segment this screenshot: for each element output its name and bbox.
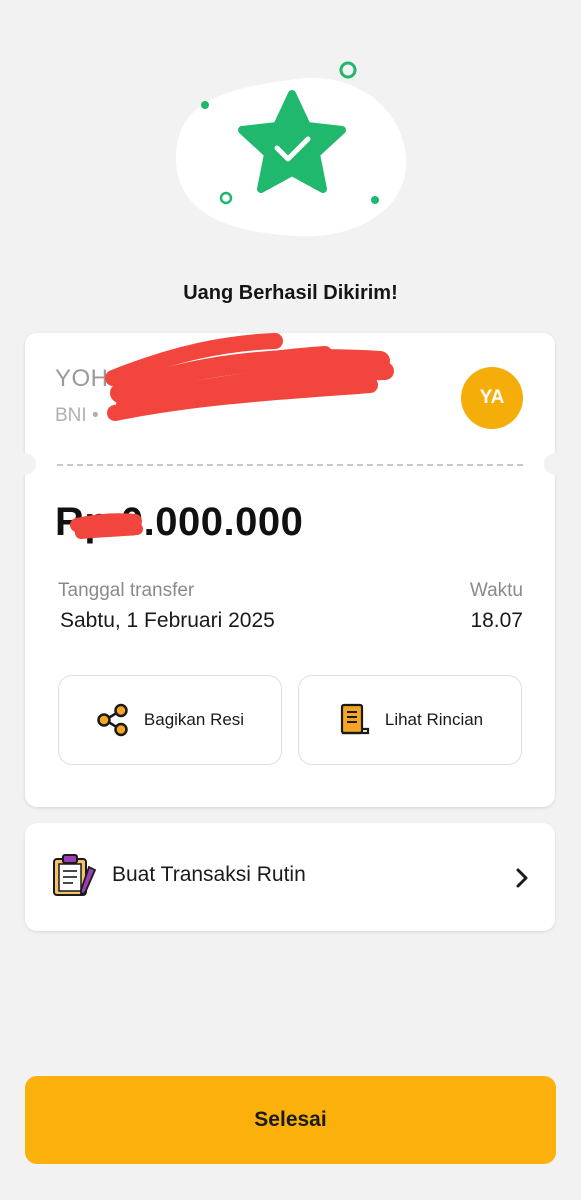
transfer-time: 18.07 <box>470 609 523 632</box>
decor-dot-left <box>201 101 209 109</box>
ticket-divider <box>57 464 523 466</box>
view-details-label: Lihat Rincian <box>384 710 484 729</box>
transfer-time-label: Waktu <box>469 580 523 601</box>
transfer-date-label: Tanggal transfer <box>58 580 195 601</box>
receipt-card: YOH BNI • YA Rp 0.000.000 Tanggal transf… <box>14 333 566 807</box>
recipient-avatar: YA <box>461 367 523 429</box>
share-receipt-label: Bagikan Resi <box>143 710 245 729</box>
amount-redaction <box>70 513 143 539</box>
create-routine-transaction-row[interactable]: Buat Transaksi Rutin <box>25 823 555 931</box>
ticket-notch-left <box>14 453 36 475</box>
view-details-button[interactable]: Lihat Rincian <box>298 675 522 765</box>
decor-ring-top <box>339 61 357 79</box>
create-routine-transaction-label: Buat Transaksi Rutin <box>112 863 306 886</box>
decor-dot-right <box>371 196 379 204</box>
success-illustration <box>175 61 407 237</box>
share-icon <box>97 703 128 737</box>
transfer-date: Sabtu, 1 Februari 2025 <box>60 609 275 632</box>
done-button[interactable]: Selesai <box>25 1076 556 1164</box>
success-title: Uang Berhasil Dikirim! <box>183 282 398 304</box>
chevron-right-icon <box>516 868 528 888</box>
clipboard-icon <box>53 854 97 896</box>
receipt-icon <box>340 703 369 735</box>
share-receipt-button[interactable]: Bagikan Resi <box>58 675 282 765</box>
ticket-notch-right <box>544 453 566 475</box>
